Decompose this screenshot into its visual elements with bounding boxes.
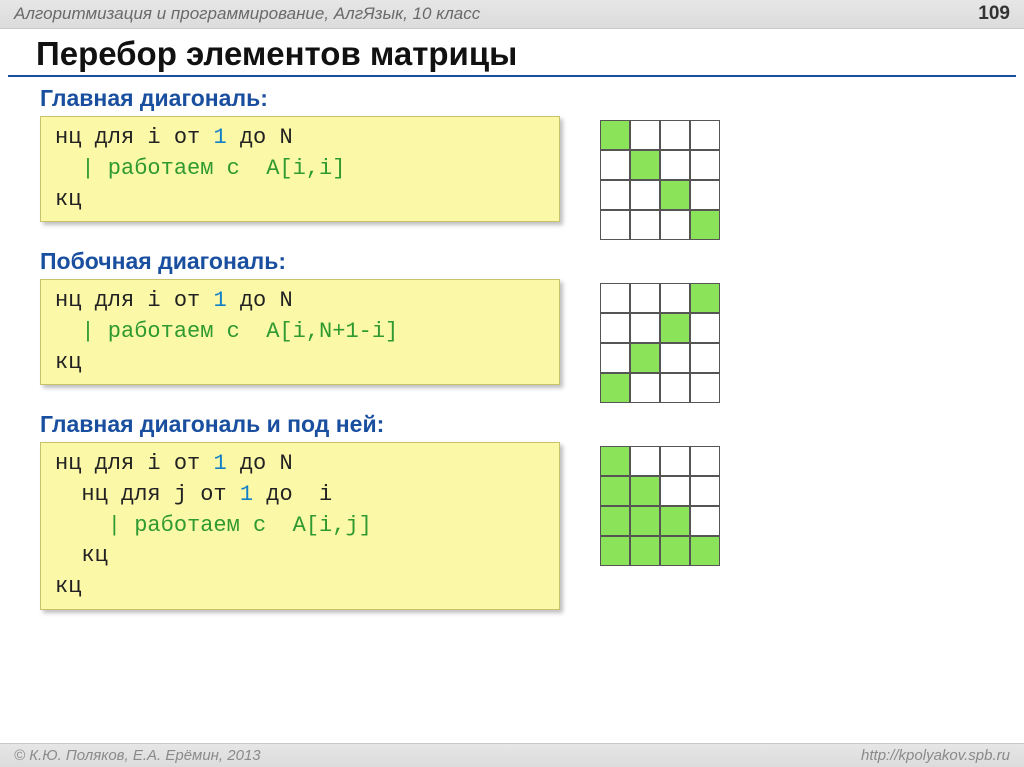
matrix-cell [690,373,720,403]
matrix-lower-tri [600,446,720,566]
code-line: кц [55,541,545,572]
code-line: кц [55,348,545,379]
section-label-anti-diag: Побочная диагональ: [40,248,1006,275]
code-line: нц для i от 1 до N [55,286,545,317]
matrix-cell [690,476,720,506]
matrix-cell [630,506,660,536]
code-line: нц для i от 1 до N [55,449,545,480]
matrix-cell [660,283,690,313]
code-box-anti-diag: нц для i от 1 до N | работаем с A[i,N+1-… [40,279,560,385]
slide-footer: © К.Ю. Поляков, Е.А. Ерёмин, 2013 http:/… [0,743,1024,767]
code-line: | работаем с A[i,N+1-i] [55,317,545,348]
matrix-cell [600,506,630,536]
matrix-cell [660,343,690,373]
matrix-cell [600,150,630,180]
matrix-cell [630,180,660,210]
matrix-cell [660,180,690,210]
source-url: http://kpolyakov.spb.ru [861,747,1010,764]
matrix-anti-diag [600,283,720,403]
matrix-cell [600,210,630,240]
page-title: Перебор элементов матрицы [8,29,1016,77]
matrix-cell [630,210,660,240]
code-line: нц для j от 1 до i [55,480,545,511]
matrix-cell [690,120,720,150]
matrix-cell [660,313,690,343]
code-box-main-diag: нц для i от 1 до N | работаем с A[i,i] к… [40,116,560,222]
matrix-cell [660,446,690,476]
matrix-main-diag [600,120,720,240]
matrix-cell [690,313,720,343]
matrix-cell [630,446,660,476]
matrix-cell [690,506,720,536]
page-number: 109 [978,3,1010,25]
matrix-cell [660,536,690,566]
matrix-cell [630,536,660,566]
code-line: кц [55,185,545,216]
matrix-cell [630,313,660,343]
matrix-cell [690,283,720,313]
matrix-cell [660,150,690,180]
slide-header: Алгоритмизация и программирование, АлгЯз… [0,0,1024,29]
matrix-cell [690,343,720,373]
matrix-cell [630,476,660,506]
content: Главная диагональ: нц для i от 1 до N | … [0,85,1024,610]
matrix-cell [600,536,630,566]
matrix-cell [600,343,630,373]
matrix-cell [690,150,720,180]
matrix-cell [630,120,660,150]
code-line: | работаем с A[i,i] [55,154,545,185]
matrix-cell [690,210,720,240]
matrix-cell [600,446,630,476]
matrix-cell [600,283,630,313]
matrix-cell [660,120,690,150]
breadcrumb: Алгоритмизация и программирование, АлгЯз… [14,4,480,24]
section-row: нц для i от 1 до N нц для j от 1 до i | … [40,442,1006,610]
matrix-cell [660,373,690,403]
matrix-cell [690,536,720,566]
matrix-cell [600,120,630,150]
matrix-cell [600,180,630,210]
section-label-main-diag: Главная диагональ: [40,85,1006,112]
matrix-cell [660,476,690,506]
section-row: нц для i от 1 до N | работаем с A[i,i] к… [40,116,1006,240]
code-line: | работаем с A[i,j] [55,511,545,542]
matrix-cell [690,180,720,210]
matrix-cell [600,476,630,506]
matrix-cell [660,210,690,240]
matrix-cell [660,506,690,536]
code-line: кц [55,572,545,603]
matrix-cell [690,446,720,476]
section-label-lower-tri: Главная диагональ и под ней: [40,411,1006,438]
copyright: © К.Ю. Поляков, Е.А. Ерёмин, 2013 [14,747,261,764]
section-row: нц для i от 1 до N | работаем с A[i,N+1-… [40,279,1006,403]
matrix-cell [600,373,630,403]
code-box-lower-tri: нц для i от 1 до N нц для j от 1 до i | … [40,442,560,610]
matrix-cell [630,150,660,180]
code-line: нц для i от 1 до N [55,123,545,154]
matrix-cell [630,283,660,313]
matrix-cell [630,343,660,373]
matrix-cell [630,373,660,403]
matrix-cell [600,313,630,343]
